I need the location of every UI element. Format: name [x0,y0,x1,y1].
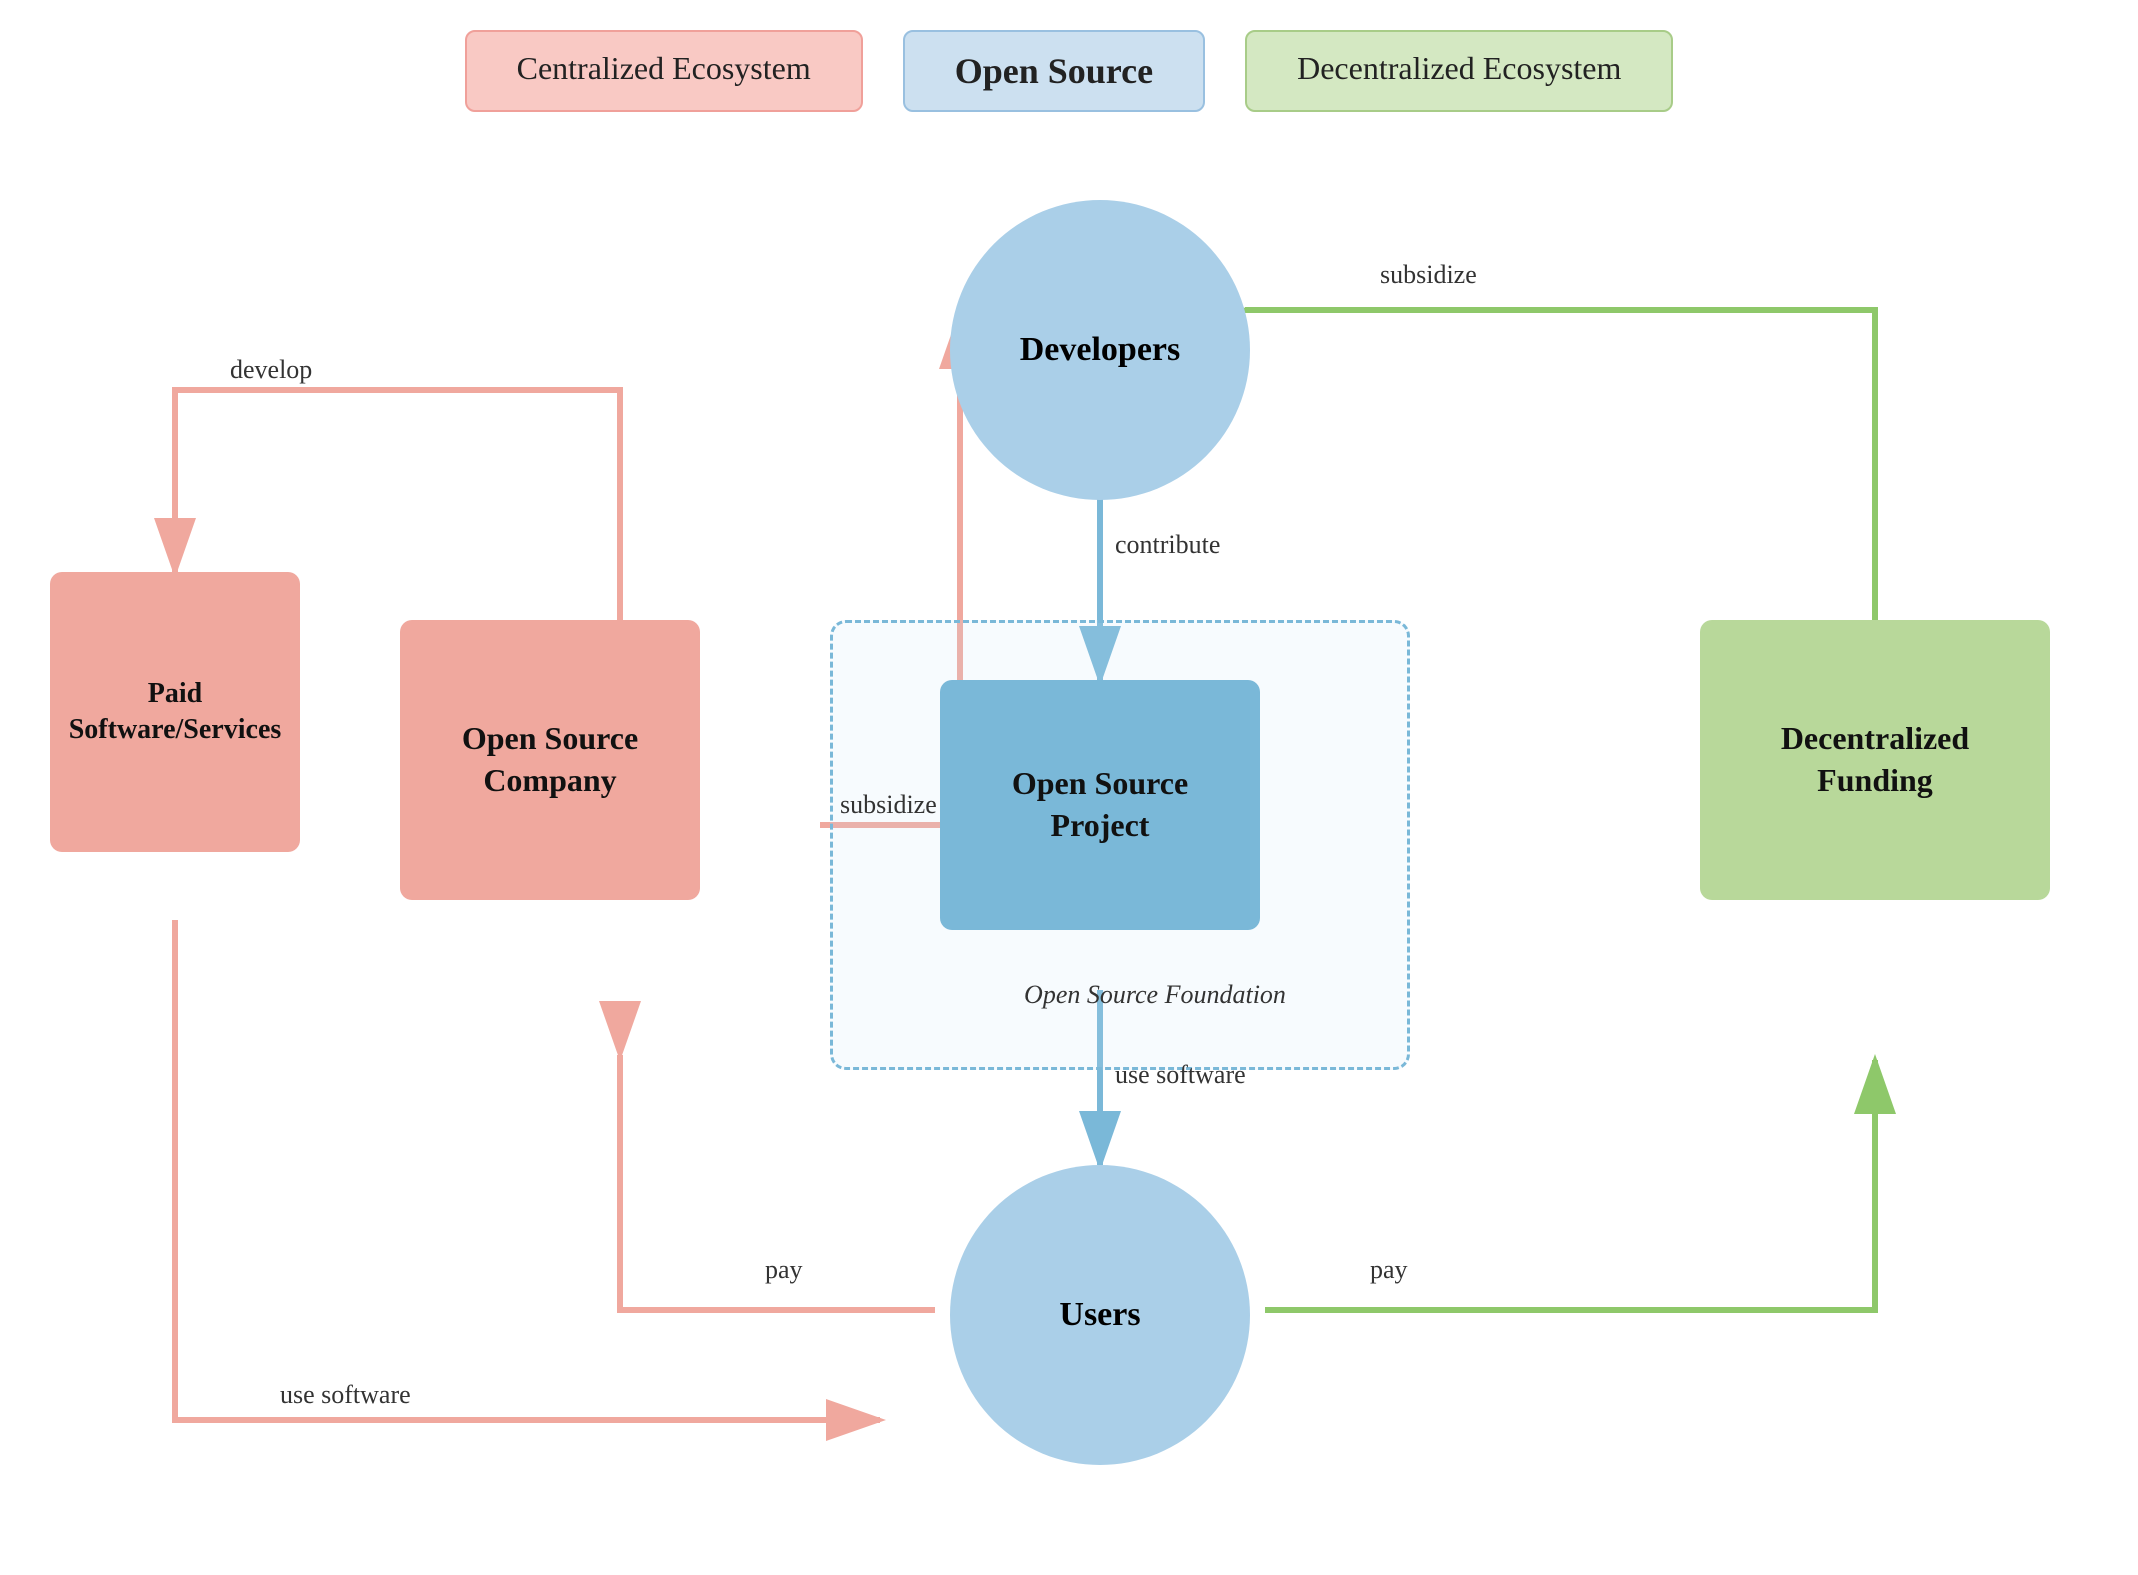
open-source-project-label: Open Source Project [1012,763,1188,846]
label-pay-left: pay [765,1255,803,1285]
legend-centralized: Centralized Ecosystem [465,30,863,112]
label-develop: develop [230,355,312,385]
legend-open-source: Open Source [903,30,1205,112]
open-source-project-node: Open Source Project [940,680,1260,930]
label-contribute: contribute [1115,530,1220,560]
open-source-company-node: Open Source Company [400,620,700,900]
paid-software-node: Paid Software/Services [50,572,300,852]
decentralized-funding-label: Decentralized Funding [1781,718,1969,801]
label-pay-right: pay [1370,1255,1408,1285]
legend-decentralized: Decentralized Ecosystem [1245,30,1673,112]
legend: Centralized Ecosystem Open Source Decent… [0,30,2138,112]
label-use-software-bottom: use software [280,1380,411,1410]
label-subsidize-right: subsidize [1380,260,1477,290]
users-node: Users [950,1165,1250,1465]
paid-software-label: Paid Software/Services [69,676,282,749]
developers-node: Developers [950,200,1250,500]
diagram-container: Centralized Ecosystem Open Source Decent… [0,0,2138,1575]
label-subsidize-left: subsidize [840,790,937,820]
os-foundation-label: Open Source Foundation [1020,980,1290,1010]
label-use-software-down: use software [1115,1060,1246,1090]
decentralized-funding-node: Decentralized Funding [1700,620,2050,900]
users-label: Users [1059,1296,1140,1334]
developers-label: Developers [1020,331,1181,369]
open-source-company-label: Open Source Company [462,718,638,801]
